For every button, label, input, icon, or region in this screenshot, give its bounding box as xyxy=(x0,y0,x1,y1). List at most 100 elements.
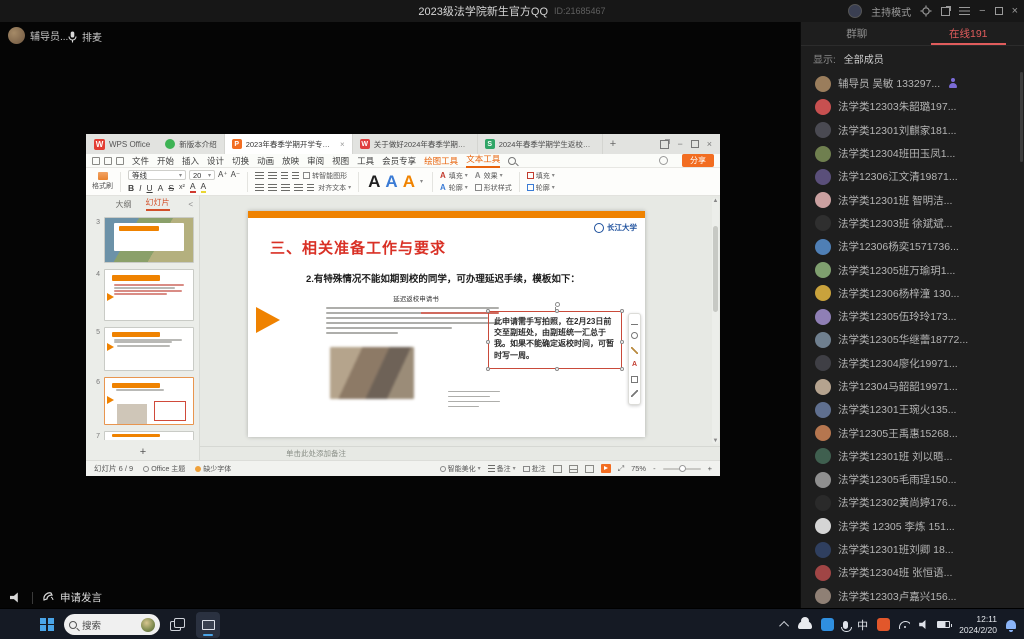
superscript-button[interactable]: x² xyxy=(179,184,185,191)
text-preset-styles[interactable]: A A A ▾ xyxy=(366,173,425,190)
member-row[interactable]: 法学类12303朱韶璐197... xyxy=(801,95,1024,118)
member-row[interactable]: 法学类12304班田玉凤1... xyxy=(801,142,1024,165)
menu-item[interactable]: 开始 xyxy=(157,155,174,167)
notes-button[interactable]: 备注▾ xyxy=(488,464,516,474)
zoom-in-button[interactable]: + xyxy=(708,464,712,473)
reading-view-icon[interactable] xyxy=(585,465,594,473)
maximize-button[interactable] xyxy=(995,7,1003,15)
cloud-tray-icon[interactable] xyxy=(798,621,812,629)
resize-handle[interactable] xyxy=(486,340,490,344)
normal-view-icon[interactable] xyxy=(553,465,562,473)
smart-graphic-button[interactable]: 转智能图形 xyxy=(303,171,347,181)
member-row[interactable]: 法学12306杨奕1571736... xyxy=(801,235,1024,258)
zoom-slider[interactable] xyxy=(663,468,701,470)
font-color-icon[interactable]: A xyxy=(631,361,638,368)
canvas-scrollbar[interactable]: ▲ ▼ xyxy=(712,198,719,444)
settings-icon[interactable] xyxy=(631,332,638,339)
tab-online-members[interactable]: 在线191 xyxy=(913,22,1024,45)
bold-button[interactable]: B xyxy=(128,183,134,193)
align-left-icon[interactable] xyxy=(255,184,264,192)
menu-item[interactable]: 设计 xyxy=(207,155,224,167)
taskbar-search[interactable]: 搜索 xyxy=(64,614,160,635)
resize-handle[interactable] xyxy=(620,340,624,344)
numbering-icon[interactable] xyxy=(268,172,277,180)
line-spacing-icon[interactable] xyxy=(307,184,314,192)
resize-handle[interactable] xyxy=(486,309,490,313)
active-app-button[interactable] xyxy=(196,612,220,638)
menu-item[interactable]: 动画 xyxy=(257,155,274,167)
member-row[interactable]: 法学类12302黄尚婷176... xyxy=(801,491,1024,514)
align-right-icon[interactable] xyxy=(281,184,290,192)
tray-expand-icon[interactable] xyxy=(779,621,789,631)
menu-item[interactable]: 文件 xyxy=(132,155,149,167)
char-spacing-button[interactable]: A xyxy=(158,183,164,193)
font-name-select[interactable]: 等线▾ xyxy=(128,170,186,180)
member-row[interactable]: 法学类12301班刘卿 18... xyxy=(801,538,1024,561)
member-row[interactable]: 法学类12305班万瑜玥1... xyxy=(801,258,1024,281)
rotate-handle[interactable] xyxy=(555,302,560,307)
tab-group-chat[interactable]: 群聊 xyxy=(801,22,913,45)
member-row[interactable]: 法学12304马韶韶19971... xyxy=(801,375,1024,398)
wps-layout-icon[interactable] xyxy=(660,140,669,149)
zoom-out-button[interactable]: - xyxy=(653,464,656,473)
quick-access-icons[interactable] xyxy=(92,157,124,165)
align-text-button[interactable]: 对齐文本▾ xyxy=(318,183,351,193)
zoom-value[interactable]: 75% xyxy=(631,464,646,473)
menu-item[interactable]: 视图 xyxy=(332,155,349,167)
member-row[interactable]: 法学类12301王琬火135... xyxy=(801,398,1024,421)
collapse-icon[interactable] xyxy=(631,324,638,325)
wps-restore-button[interactable] xyxy=(691,140,699,148)
menu-item[interactable]: 审阅 xyxy=(307,155,324,167)
request-speak-button[interactable]: 申请发言 xyxy=(42,590,102,605)
menu-item[interactable]: 插入 xyxy=(182,155,199,167)
shape-icon[interactable] xyxy=(631,376,638,383)
member-row[interactable]: 法学类12303班 徐斌斌... xyxy=(801,212,1024,235)
smart-beautify-button[interactable]: 智能美化▾ xyxy=(440,464,481,474)
font-color-button[interactable]: A xyxy=(190,182,196,193)
shape-fill-button[interactable]: 填充▾ xyxy=(527,171,555,181)
host-avatar[interactable] xyxy=(848,4,862,18)
shape-style-button[interactable]: 形状样式 xyxy=(475,183,512,193)
wps-logo[interactable]: W WPS Office xyxy=(86,134,158,154)
tab-slides[interactable]: 幻灯片 xyxy=(146,197,170,211)
doc-tab-word[interactable]: W关于做好2024年春季学期开学工作的... xyxy=(353,134,478,154)
popout-window-icon[interactable] xyxy=(941,7,950,16)
member-row[interactable]: 法学类12304班 张恒语... xyxy=(801,561,1024,584)
text-fill-button[interactable]: A填充▾ xyxy=(440,171,468,181)
menu-icon[interactable] xyxy=(959,7,970,15)
fullscreen-icon[interactable]: ⤢ xyxy=(618,464,624,474)
highlight-button[interactable]: A xyxy=(201,182,207,193)
tab-close-icon[interactable]: × xyxy=(340,140,345,149)
strikethrough-button[interactable]: S xyxy=(168,183,174,193)
volume-icon[interactable] xyxy=(919,620,928,629)
member-row[interactable]: 法学12306江文清19871... xyxy=(801,165,1024,188)
task-view-button[interactable] xyxy=(170,618,186,632)
doc-tab-sheet[interactable]: S2024年春季学期学生返校行程统... xyxy=(478,134,603,154)
resize-icon[interactable] xyxy=(631,390,638,397)
ribbon-search-icon[interactable] xyxy=(508,157,516,165)
resize-handle[interactable] xyxy=(620,367,624,371)
resize-handle[interactable] xyxy=(486,367,490,371)
indent-icon[interactable] xyxy=(292,172,299,180)
member-row[interactable]: 法学类 12305 李炼 151... xyxy=(801,515,1024,538)
slide-thumbnail-7[interactable]: 7 xyxy=(86,428,200,440)
shrink-font-icon[interactable]: A⁻ xyxy=(231,170,241,180)
text-outline-button[interactable]: A轮廓▾ xyxy=(440,183,468,193)
italic-button[interactable]: I xyxy=(139,183,141,193)
missing-font-warning[interactable]: 缺少字体 xyxy=(195,464,231,474)
queue-mic-button[interactable]: 排麦 xyxy=(68,29,102,44)
presenter-chip[interactable]: 辅导员... xyxy=(8,27,68,44)
member-row[interactable]: 法学类12306杨梓潼 130... xyxy=(801,282,1024,305)
app-tray-icon[interactable] xyxy=(877,618,890,631)
member-row[interactable]: 法学类12304廖化19971... xyxy=(801,352,1024,375)
member-row[interactable]: 法学类12305伍玲玲173... xyxy=(801,305,1024,328)
menu-item[interactable]: 放映 xyxy=(282,155,299,167)
tab-outline[interactable]: 大纲 xyxy=(116,199,132,210)
settings-gear-icon[interactable] xyxy=(920,5,932,17)
menu-item[interactable]: 绘图工具 xyxy=(424,155,458,167)
shape-outline-button[interactable]: 轮廓▾ xyxy=(527,183,555,193)
filter-value[interactable]: 全部成员 xyxy=(844,51,884,66)
member-row[interactable]: 法学12305王禹惠15268... xyxy=(801,421,1024,444)
member-row[interactable]: 法学类12305毛雨珵150... xyxy=(801,468,1024,491)
doc-tab-home[interactable]: 新版本介绍 xyxy=(158,134,225,154)
